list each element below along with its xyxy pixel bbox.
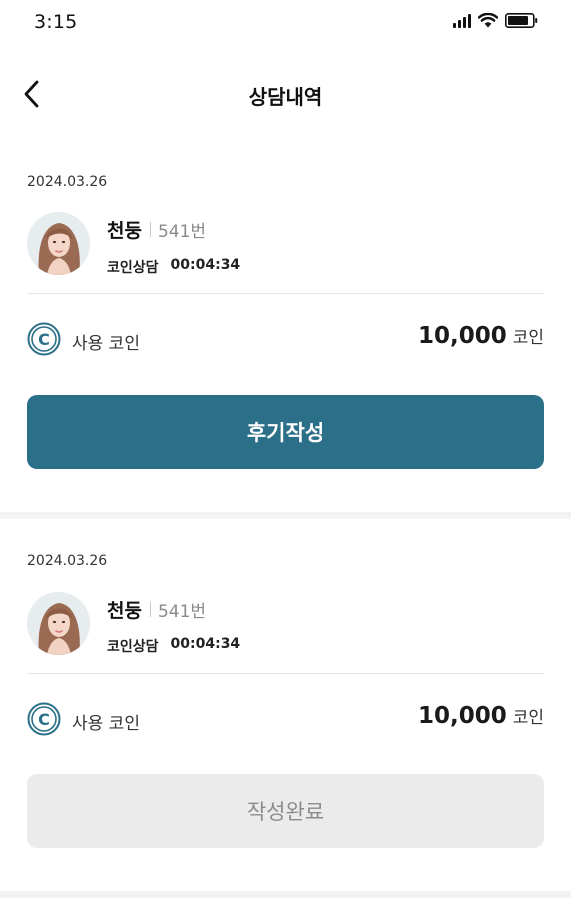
- history-card: 2024.03.26 천둥 541번 코인상담 00:04:34 C 사용 코인…: [0, 140, 571, 512]
- coin-unit: 코인: [512, 328, 544, 348]
- coin-label: 사용 코인: [72, 334, 140, 354]
- session-duration: 00:04:34: [170, 636, 241, 652]
- counselor-info: 천둥 541번: [107, 596, 206, 623]
- session-duration: 00:04:34: [170, 257, 241, 273]
- svg-text:C: C: [38, 330, 50, 349]
- coin-row: C 사용 코인 10,000 코인: [27, 322, 544, 356]
- signal-icon: [453, 13, 471, 28]
- section-gap: [0, 512, 571, 519]
- coin-icon: C: [27, 702, 61, 736]
- coin-value: 10,000: [417, 703, 507, 729]
- coin-amount: 10,000 코인: [418, 323, 544, 349]
- status-time: 3:15: [34, 11, 78, 33]
- session-info: 코인상담 00:04:34: [107, 257, 240, 277]
- session-info: 코인상담 00:04:34: [107, 636, 240, 656]
- nav-bar: 상담내역: [0, 66, 571, 122]
- wifi-icon: [478, 13, 498, 28]
- coin-row: C 사용 코인 10,000 코인: [27, 702, 544, 736]
- separator: [149, 602, 151, 617]
- avatar: [27, 212, 90, 275]
- section-gap: [0, 891, 571, 898]
- coin-label: 사용 코인: [72, 714, 140, 734]
- separator: [149, 222, 151, 237]
- review-completed-button[interactable]: 작성완료: [27, 774, 544, 848]
- coin-value: 10,000: [417, 323, 507, 349]
- counselor-id: 541번: [157, 222, 207, 242]
- coin-unit: 코인: [512, 708, 544, 728]
- status-icons: [453, 13, 538, 28]
- page-title: 상담내역: [248, 85, 323, 109]
- divider: [27, 673, 544, 674]
- battery-icon: [505, 13, 538, 28]
- session-date: 2024.03.26: [27, 553, 108, 569]
- counselor-name: 천둥: [107, 220, 142, 242]
- session-type: 코인상담: [107, 260, 159, 276]
- divider: [27, 293, 544, 294]
- svg-text:C: C: [38, 710, 50, 729]
- coin-icon: C: [27, 322, 61, 356]
- avatar: [27, 592, 90, 655]
- coin-amount: 10,000 코인: [418, 703, 544, 729]
- status-bar: 3:15: [0, 0, 571, 46]
- history-card: 2024.03.26 천둥 541번 코인상담 00:04:34 C 사용 코인…: [0, 519, 571, 891]
- counselor-name: 천둥: [107, 600, 142, 622]
- session-type: 코인상담: [107, 639, 159, 655]
- counselor-id: 541번: [157, 602, 207, 622]
- session-date: 2024.03.26: [27, 174, 108, 190]
- write-review-button[interactable]: 후기작성: [27, 395, 544, 469]
- counselor-info: 천둥 541번: [107, 216, 206, 243]
